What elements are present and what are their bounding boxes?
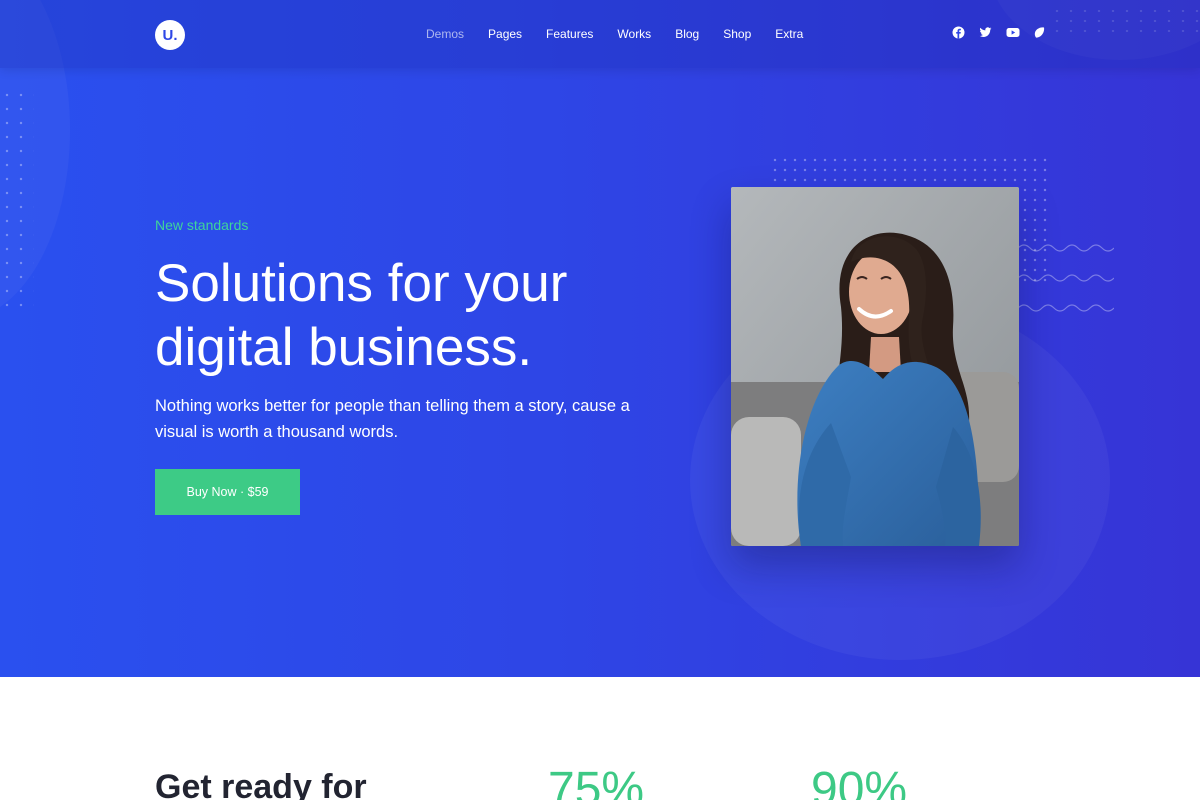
stat-value: 90% xyxy=(811,763,908,800)
youtube-icon[interactable] xyxy=(1006,26,1020,39)
hero-eyebrow: New standards xyxy=(155,217,249,233)
woman-portrait-image xyxy=(731,187,1019,546)
stat-value: 75% xyxy=(548,763,645,800)
buy-now-button[interactable]: Buy Now · $59 xyxy=(155,469,300,515)
nav-item-pages[interactable]: Pages xyxy=(476,27,534,41)
nav-item-features[interactable]: Features xyxy=(534,27,605,41)
nav-item-blog[interactable]: Blog xyxy=(663,27,711,41)
facebook-icon[interactable] xyxy=(952,26,965,39)
hero-lead-line: Nothing works better for people than tel… xyxy=(155,397,630,415)
main-nav: Demos Pages Features Works Blog Shop Ext… xyxy=(414,0,815,68)
hero-headline-line: digital business. xyxy=(155,318,533,377)
stats-heading: Get ready for xyxy=(155,768,367,800)
decorative-wave-lines xyxy=(1018,244,1114,312)
nav-item-works[interactable]: Works xyxy=(605,27,663,41)
hero-lead-text: Nothing works better for people than tel… xyxy=(155,393,655,445)
hero-photo xyxy=(731,187,1019,546)
social-links xyxy=(952,26,1046,39)
hero-headline-line: Solutions for your xyxy=(155,254,568,313)
decorative-dot-pattern xyxy=(0,88,34,313)
logo[interactable]: U. xyxy=(155,20,185,50)
hero-section: U. Demos Pages Features Works Blog Shop … xyxy=(0,0,1200,677)
nav-item-demos[interactable]: Demos xyxy=(414,27,476,41)
nav-item-shop[interactable]: Shop xyxy=(711,27,763,41)
dribbble-icon[interactable] xyxy=(1033,26,1046,39)
navbar: U. Demos Pages Features Works Blog Shop … xyxy=(0,0,1200,68)
hero-lead-line: visual is worth a thousand words. xyxy=(155,423,399,441)
twitter-icon[interactable] xyxy=(979,26,992,39)
hero-headline: Solutions for your digital business. xyxy=(155,252,675,380)
nav-item-extra[interactable]: Extra xyxy=(763,27,815,41)
